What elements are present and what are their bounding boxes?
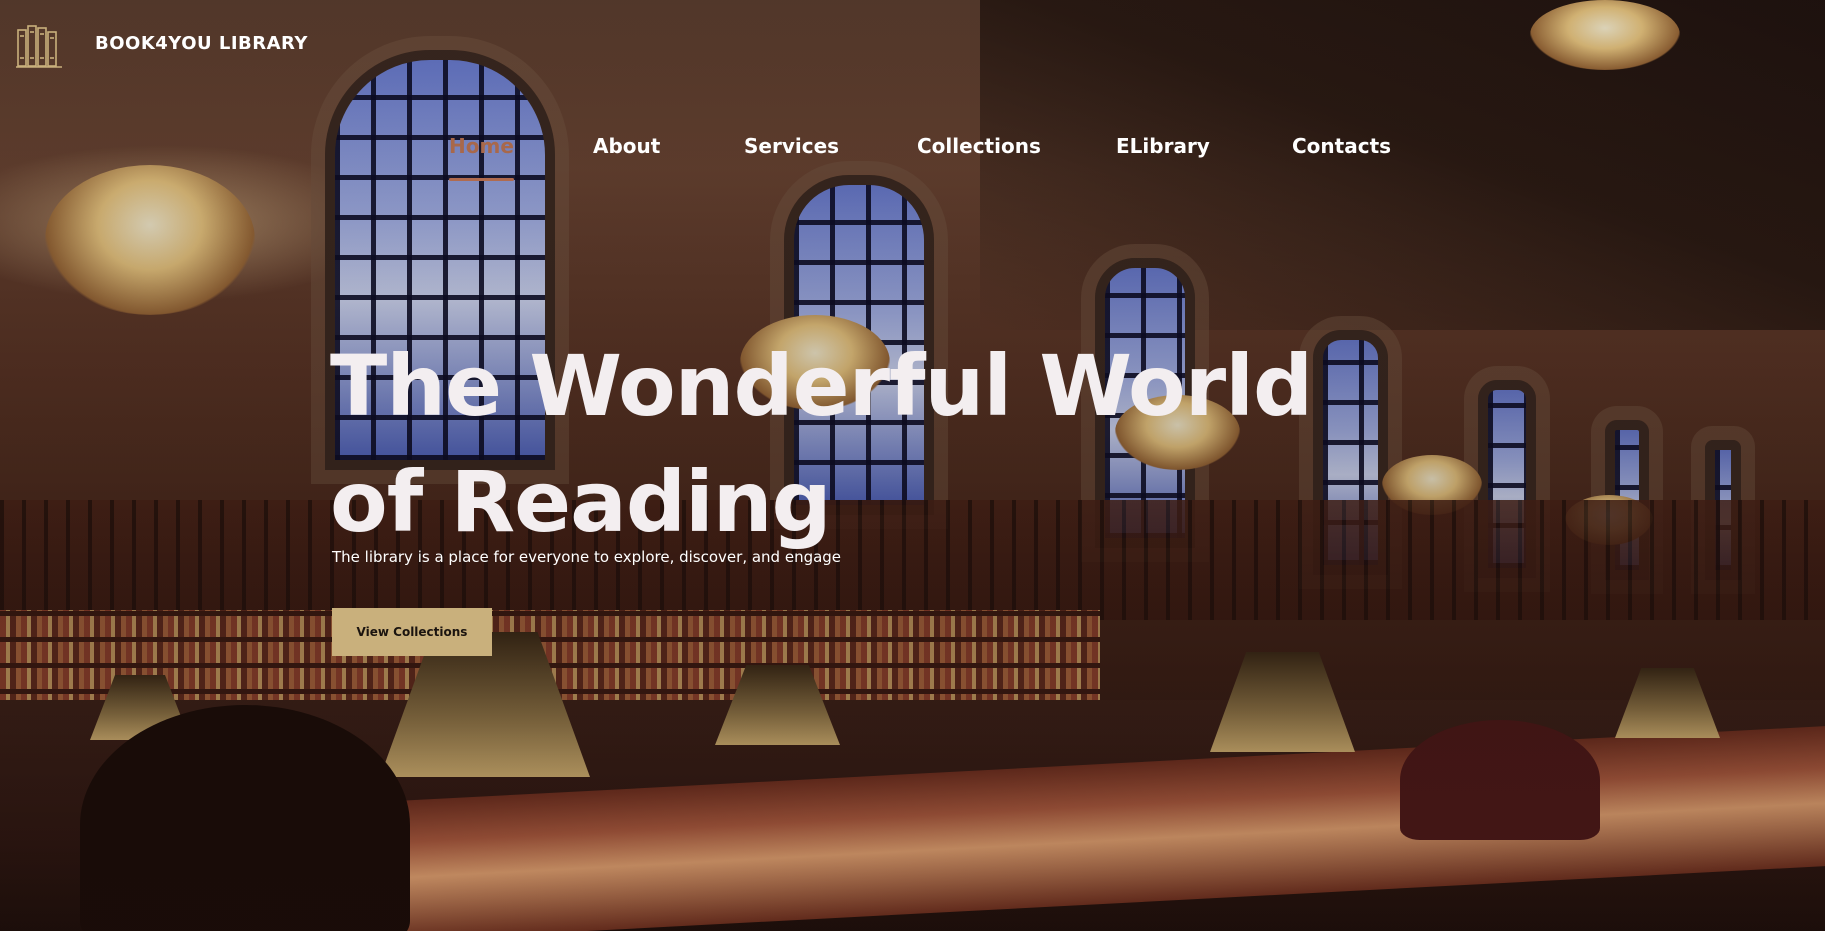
nav-item-label: Contacts xyxy=(1292,134,1392,158)
hero-title: The Wonderful World of Reading xyxy=(330,328,1330,560)
nav-item-elibrary[interactable]: ELibrary xyxy=(1116,134,1210,158)
nav-item-label: Collections xyxy=(917,134,1041,158)
hero-subtitle: The library is a place for everyone to e… xyxy=(332,548,842,566)
main-nav: Home About Services Collections ELibrary… xyxy=(0,134,1825,181)
hero-section: BOOK4YOU LIBRARY Home About Services Col… xyxy=(0,0,1825,931)
library-books-icon[interactable] xyxy=(16,22,64,68)
nav-item-label: Services xyxy=(744,134,840,158)
nav-item-collections[interactable]: Collections xyxy=(917,134,1041,158)
hero-title-line-2: of Reading xyxy=(330,453,832,551)
nav-item-home[interactable]: Home xyxy=(449,134,514,181)
nav-item-about[interactable]: About xyxy=(593,134,660,158)
nav-item-label: Home xyxy=(449,134,514,158)
nav-item-contacts[interactable]: Contacts xyxy=(1292,134,1391,158)
brand-name[interactable]: BOOK4YOU LIBRARY xyxy=(95,33,308,54)
nav-item-label: About xyxy=(593,134,661,158)
nav-item-services[interactable]: Services xyxy=(744,134,839,158)
view-collections-button[interactable]: View Collections xyxy=(332,608,492,656)
nav-item-label: ELibrary xyxy=(1116,134,1210,158)
hero-title-line-1: The Wonderful World xyxy=(330,337,1313,435)
active-nav-underline xyxy=(449,178,514,181)
